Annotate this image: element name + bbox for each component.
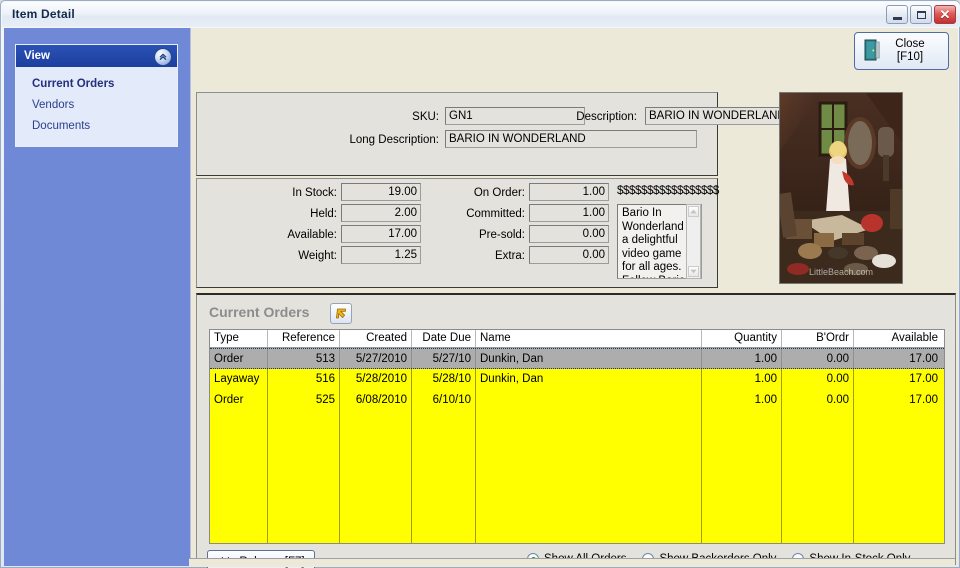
extra-label: Extra: (494, 250, 525, 262)
on-order-value[interactable]: 1.00 (529, 183, 609, 201)
cell-created: 5/27/2010 (340, 349, 412, 368)
in-stock-label: In Stock: (292, 187, 337, 199)
client-area: View Current Orders Vendors Documents Cl… (4, 28, 958, 568)
sidebar-item-label: Vendors (32, 99, 75, 111)
cell-type: Order (210, 390, 268, 411)
cell-available: 17.00 (909, 353, 938, 365)
committed-label: Committed: (466, 208, 525, 220)
long-description-label: Long Description: (349, 134, 440, 146)
on-order-label: On Order: (473, 187, 525, 199)
view-panel: View Current Orders Vendors Documents (15, 44, 178, 147)
close-button-label: Close [F10] (895, 38, 925, 63)
window-frame: Item Detail ✕ View Current Orders Vendor… (0, 0, 960, 568)
chevron-up-icon[interactable] (154, 48, 172, 66)
price-mask: $$$$$$$$$$$$$$$$$ (617, 185, 719, 197)
maximize-icon (916, 10, 926, 19)
table-row[interactable]: Order 525 6/08/2010 6/10/10 1.00 0.00 17… (210, 390, 944, 411)
column-header-name[interactable]: Name (476, 330, 702, 347)
orders-grid[interactable]: Type Reference Created Date Due Name Qua… (209, 329, 945, 544)
yellow-arrow-icon[interactable] (330, 303, 352, 324)
sidebar-item-vendors[interactable]: Vendors (16, 95, 177, 116)
view-panel-title: View (24, 50, 50, 62)
available-label: Available: (287, 229, 337, 241)
weight-label: Weight: (298, 250, 337, 262)
sidebar-item-label: Documents (32, 120, 91, 132)
scroll-up-icon[interactable] (688, 206, 699, 217)
in-stock-value[interactable]: 19.00 (341, 183, 421, 201)
pre-sold-label: Pre-sold: (478, 229, 525, 241)
cell-bordr: 0.00 (782, 390, 854, 411)
close-window-button[interactable]: ✕ (934, 5, 956, 24)
column-header-created[interactable]: Created (340, 330, 412, 347)
cell-reference: 525 (268, 390, 340, 411)
product-image: LittleBeach.com (779, 92, 903, 284)
close-button[interactable]: Close [F10] (854, 32, 949, 70)
column-header-available[interactable]: Available (854, 330, 942, 347)
cell-type: Order (210, 349, 268, 368)
cell-name: Dunkin, Dan (476, 369, 702, 390)
cell-date-due: 5/27/10 (412, 349, 476, 368)
held-label: Held: (310, 208, 337, 220)
close-icon: ✕ (939, 7, 951, 22)
svg-text:LittleBeach.com: LittleBeach.com (809, 267, 873, 277)
column-header-quantity[interactable]: Quantity (702, 330, 782, 347)
window-title: Item Detail (12, 7, 75, 21)
committed-value[interactable]: 1.00 (529, 204, 609, 222)
available-value[interactable]: 17.00 (341, 225, 421, 243)
cell-name (476, 390, 702, 411)
view-panel-header[interactable]: View (16, 45, 177, 67)
cell-quantity: 1.00 (702, 390, 782, 411)
minimize-button[interactable] (886, 5, 908, 24)
memo-scrollbar[interactable] (686, 204, 701, 279)
cell-created: 6/08/2010 (340, 390, 412, 411)
cell-reference: 516 (268, 369, 340, 390)
cell-date-due: 6/10/10 (412, 390, 476, 411)
column-header-type[interactable]: Type (210, 330, 268, 347)
cell-created: 5/28/2010 (340, 369, 412, 390)
sidebar-item-documents[interactable]: Documents (16, 116, 177, 137)
sidebar: View Current Orders Vendors Documents (4, 28, 191, 566)
sidebar-item-current-orders[interactable]: Current Orders (16, 74, 177, 95)
cell-date-due: 5/28/10 (412, 369, 476, 390)
held-value[interactable]: 2.00 (341, 204, 421, 222)
description-label: Description: (576, 111, 637, 123)
cell-quantity: 1.00 (702, 369, 782, 390)
cell-bordr: 0.00 (782, 369, 854, 390)
item-identity-group: SKU: GN1 Description: BARIO IN WONDERLAN… (196, 92, 835, 176)
cell-available: 17.00 (909, 394, 938, 406)
long-description-input[interactable]: BARIO IN WONDERLAND (445, 130, 697, 148)
cell-available: 17.00 (909, 373, 938, 385)
weight-value[interactable]: 1.25 (341, 246, 421, 264)
orders-title: Current Orders (209, 304, 310, 320)
minimize-icon (892, 16, 902, 20)
item-detail-window: Item Detail ✕ View Current Orders Vendor… (0, 0, 960, 568)
table-row[interactable]: Order 513 5/27/2010 5/27/10 Dunkin, Dan … (210, 348, 944, 369)
sku-label: SKU: (412, 111, 439, 123)
door-exit-icon (864, 39, 880, 64)
status-bar (189, 558, 955, 567)
orders-grid-header: Type Reference Created Date Due Name Qua… (210, 330, 944, 348)
window-buttons: ✕ (886, 5, 956, 24)
cell-type: Layaway (210, 369, 268, 390)
cell-reference: 513 (268, 349, 340, 368)
table-row[interactable]: Layaway 516 5/28/2010 5/28/10 Dunkin, Da… (210, 369, 944, 390)
sidebar-item-label: Current Orders (32, 78, 115, 90)
current-orders-group: Current Orders Type Reference Created Da… (196, 293, 956, 568)
column-header-date-due[interactable]: Date Due (412, 330, 476, 347)
content-area: Close [F10] SKU: GN1 Description: BARIO … (192, 28, 958, 568)
extra-value[interactable]: 0.00 (529, 246, 609, 264)
view-panel-body: Current Orders Vendors Documents (16, 67, 177, 146)
title-bar[interactable]: Item Detail ✕ (2, 2, 960, 27)
grid-empty-area (210, 411, 944, 543)
pre-sold-value[interactable]: 0.00 (529, 225, 609, 243)
cell-quantity: 1.00 (702, 349, 782, 368)
column-header-reference[interactable]: Reference (268, 330, 340, 347)
stock-group: In Stock: 19.00 Held: 2.00 Available: 17… (196, 178, 719, 288)
column-header-bordr[interactable]: B'Ordr (782, 330, 854, 347)
maximize-button[interactable] (910, 5, 932, 24)
cell-bordr: 0.00 (782, 349, 854, 368)
cell-name: Dunkin, Dan (476, 349, 702, 368)
scroll-down-icon[interactable] (688, 266, 699, 277)
